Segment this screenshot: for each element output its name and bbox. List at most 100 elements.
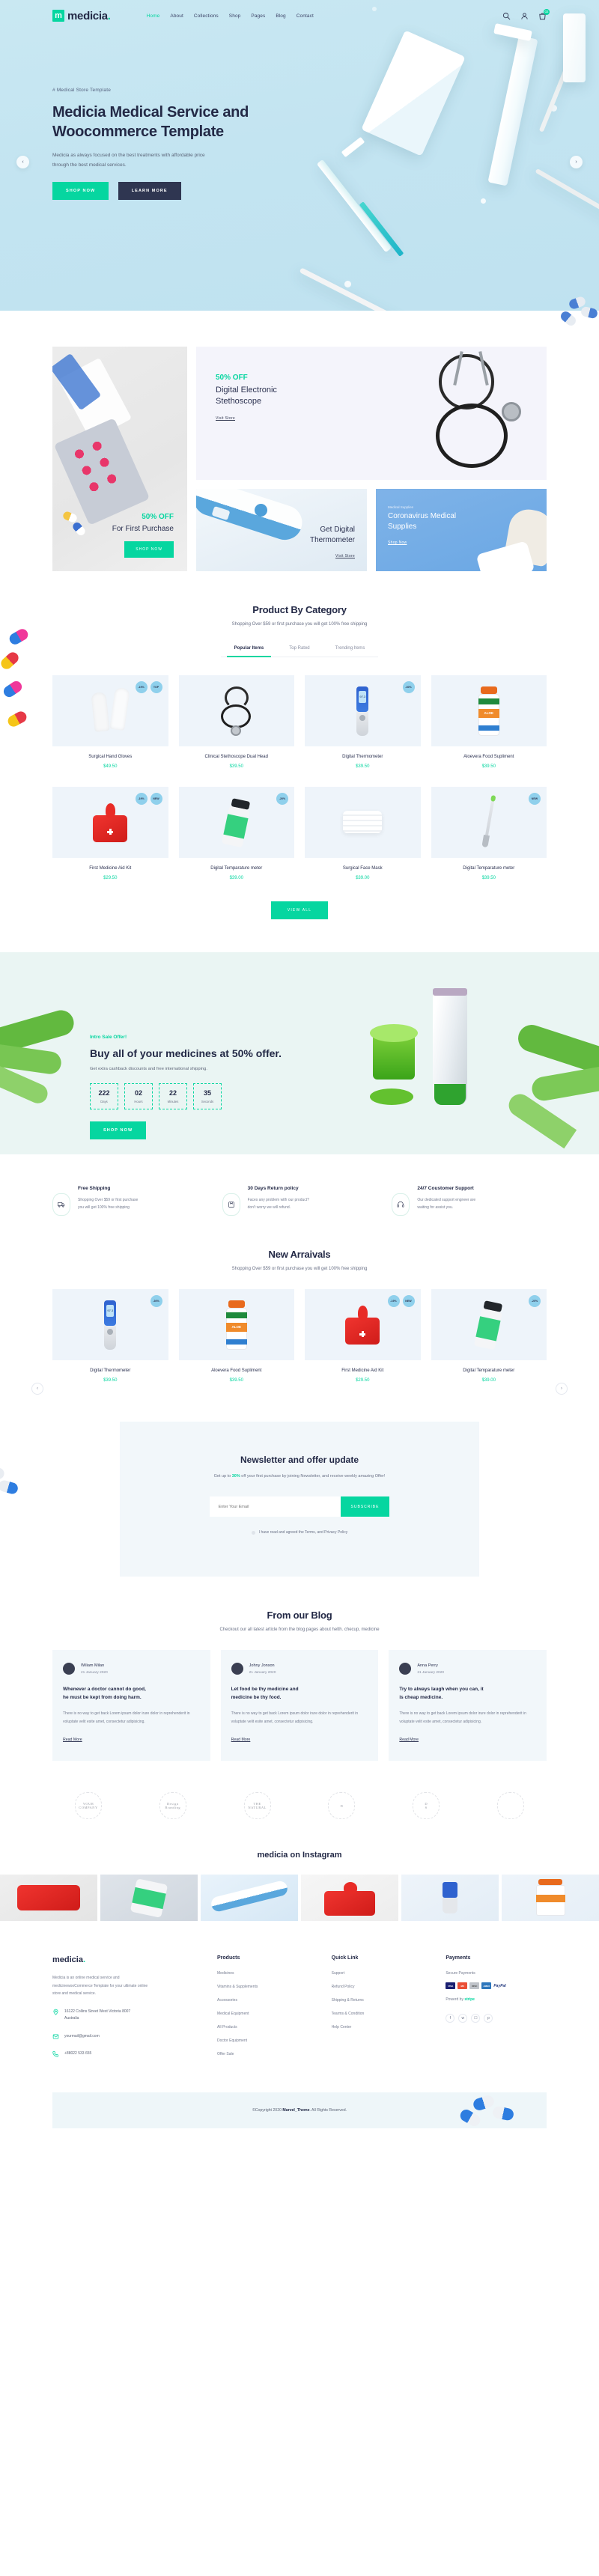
footer-link[interactable]: Support [332, 1971, 433, 1976]
offer-shop-now-button[interactable]: SHOP NOW [90, 1121, 147, 1139]
promo-corona-card[interactable]: Medical Supplies Coronavirus Medical Supp… [376, 489, 547, 571]
category-title: Product By Category [252, 604, 347, 615]
blog-card[interactable]: Wiliam Milan 21 January 2020 Whenever a … [52, 1650, 210, 1762]
blog-card[interactable]: Johny Jonson 21 January 2020 Let food be… [220, 1650, 379, 1762]
product-image[interactable] [178, 675, 294, 746]
nav-item-blog[interactable]: Blog [276, 13, 285, 19]
brand-logo[interactable]: m medicia. [52, 10, 111, 22]
design-and-branding-logo[interactable]: Design Branding [159, 1792, 186, 1820]
the-natural-logo[interactable]: THE NATURAL [243, 1792, 271, 1820]
product-image[interactable]: -30% 97.3 [52, 1289, 168, 1360]
product-image[interactable]: -19% NEW [52, 787, 168, 858]
product-card[interactable]: -19% NEW First Medicine Aid Kit $29.50 [52, 787, 168, 880]
footer-link[interactable]: All Products [217, 2025, 318, 2030]
product-card[interactable]: -19% NEW First Medicine Aid Kit $29.50 [305, 1289, 421, 1383]
ds-studio-logo[interactable]: D S [413, 1792, 440, 1820]
product-image[interactable]: ALOE [178, 1289, 294, 1360]
blog-read-more-link[interactable]: Read More [63, 1738, 82, 1742]
facebook-icon[interactable]: f [446, 2014, 455, 2024]
coffee-house-logo[interactable] [496, 1792, 524, 1820]
footer-link[interactable]: Refund Policy [332, 1985, 433, 1989]
instagram-item[interactable] [301, 1875, 398, 1922]
instagram-item[interactable] [502, 1875, 599, 1922]
product-image[interactable]: -19% TOP [52, 675, 168, 746]
promo-thermometer-card[interactable]: Get Digital Thermometer Visit Store [196, 489, 367, 571]
product-image[interactable]: -20% [178, 787, 294, 858]
promo-thermometer-visit-link[interactable]: Visit Store [335, 554, 355, 558]
user-icon[interactable] [520, 12, 529, 20]
nav-item-about[interactable]: About [170, 13, 183, 19]
instagram-item[interactable] [0, 1875, 97, 1922]
footer-link[interactable]: Offer Sale [217, 2052, 318, 2056]
footer-link[interactable]: Help Center [332, 2025, 433, 2030]
countdown-label: Days [100, 1100, 108, 1103]
blog-read-more-link[interactable]: Read More [399, 1738, 419, 1742]
footer-phone-row[interactable]: +88022 533 655 [52, 2050, 204, 2058]
consent-checkbox[interactable] [251, 1530, 255, 1535]
footer-link[interactable]: Medicines [217, 1971, 318, 1976]
footer-link[interactable]: Shipping & Returns [332, 1998, 433, 2003]
search-icon[interactable] [502, 12, 511, 20]
blog-read-more-link[interactable]: Read More [231, 1738, 251, 1742]
product-image[interactable] [305, 787, 421, 858]
newsletter-email-input[interactable] [209, 1496, 341, 1517]
product-image[interactable]: -19% NEW [305, 1289, 421, 1360]
tab-top-rated[interactable]: Top Rated [289, 646, 309, 657]
product-card[interactable]: ALOE Aloevera Food Supliment $39.50 [431, 675, 547, 769]
features-section: Free Shipping Shopping Over $59 or first… [0, 1186, 599, 1216]
pinterest-icon[interactable]: p [484, 2014, 493, 2024]
hero-prev-arrow[interactable]: ‹ [16, 155, 29, 168]
your-company-logo[interactable]: YOUR COMPANY [75, 1792, 102, 1820]
nav-item-contact[interactable]: Contact [297, 13, 314, 19]
promo-stethoscope-visit-link[interactable]: Visit Store [216, 416, 235, 421]
product-card[interactable]: -30% 97.3 Digital Thermometer $39.50 [305, 675, 421, 769]
product-image[interactable]: NEW [431, 787, 547, 858]
footer-link[interactable]: Tearms & Condition [332, 2012, 433, 2016]
instagram-icon[interactable]: ☐ [471, 2014, 481, 2024]
new-arrivals-next-arrow[interactable]: › [556, 1383, 568, 1395]
d-floral-logo[interactable]: D [328, 1792, 356, 1820]
blog-card[interactable]: Anna Perry 21 January 2020 Try to always… [389, 1650, 547, 1762]
product-card[interactable]: -30% 97.3 Digital Thermometer $39.50 [52, 1289, 168, 1383]
nav-item-pages[interactable]: Pages [251, 13, 265, 19]
new-arrivals-prev-arrow[interactable]: ‹ [31, 1383, 43, 1395]
footer-link[interactable]: Accessories [217, 1998, 318, 2003]
newsletter-subscribe-button[interactable]: SUBSCRIBE [340, 1496, 390, 1517]
instagram-heading: medicia on Instagram [0, 1851, 599, 1860]
promo-stethoscope-card[interactable]: 50% OFF Digital Electronic Stethoscope Vi… [196, 347, 547, 480]
nav-item-collections[interactable]: Collections [194, 13, 219, 19]
promo-corona-shop-link[interactable]: Shop Now [388, 541, 407, 545]
promo-first-purchase-card[interactable]: 50% OFF For First Purchase SHOP NOW [52, 347, 187, 571]
footer-link[interactable]: Doctor Equipment [217, 2038, 318, 2043]
footer-link[interactable]: Medical Equipment [217, 2012, 318, 2016]
tab-trending-items[interactable]: Trending Items [335, 646, 365, 657]
instagram-item[interactable] [401, 1875, 499, 1922]
instagram-item[interactable] [100, 1875, 198, 1922]
promo-left-shop-button[interactable]: SHOP NOW [124, 541, 174, 558]
hero-learn-more-button[interactable]: LEARN MORE [118, 182, 181, 201]
tab-popular-items[interactable]: Popular Items [226, 646, 271, 657]
product-card[interactable]: -20% Digital Temparature meter $39.00 [178, 787, 294, 880]
hero-description: Medicia as always focused on the best tr… [52, 153, 205, 168]
product-image[interactable]: -30% 97.3 [305, 675, 421, 746]
product-card[interactable]: NEW Digital Temparature meter $39.50 [431, 787, 547, 880]
footer-email-row[interactable]: yourmail@gmail.com [52, 2033, 204, 2041]
view-all-button[interactable]: VIEW ALL [270, 901, 329, 919]
nav-item-home[interactable]: Home [147, 13, 160, 19]
product-image[interactable]: -20% [431, 1289, 547, 1360]
product-card[interactable]: ALOE Aloevera Food Supliment $39.50 [178, 1289, 294, 1383]
twitter-icon[interactable]: w [458, 2014, 468, 2024]
newsletter-consent-row[interactable]: I have read and agreed the Terms, and Pr… [120, 1530, 479, 1535]
footer-link[interactable]: Vitamins & Supplements [217, 1985, 318, 1989]
product-card[interactable]: Clinical Stethoscope Dual Head $39.50 [178, 675, 294, 769]
product-image[interactable]: ALOE [431, 675, 547, 746]
hero-next-arrow[interactable]: › [570, 155, 583, 168]
nav-item-shop[interactable]: Shop [229, 13, 241, 19]
product-card[interactable]: Surgical Face Mask $39.00 [305, 787, 421, 880]
instagram-item[interactable] [201, 1875, 298, 1922]
product-card[interactable]: -20% Digital Temparature meter $39.00 [431, 1289, 547, 1383]
product-card[interactable]: -19% TOP Surgical Hand Gloves $49.50 [52, 675, 168, 769]
footer-brand[interactable]: medicia. [52, 1955, 204, 1964]
hero-shop-now-button[interactable]: SHOP NOW [52, 182, 109, 201]
cart-icon[interactable]: 02 [538, 8, 550, 20]
